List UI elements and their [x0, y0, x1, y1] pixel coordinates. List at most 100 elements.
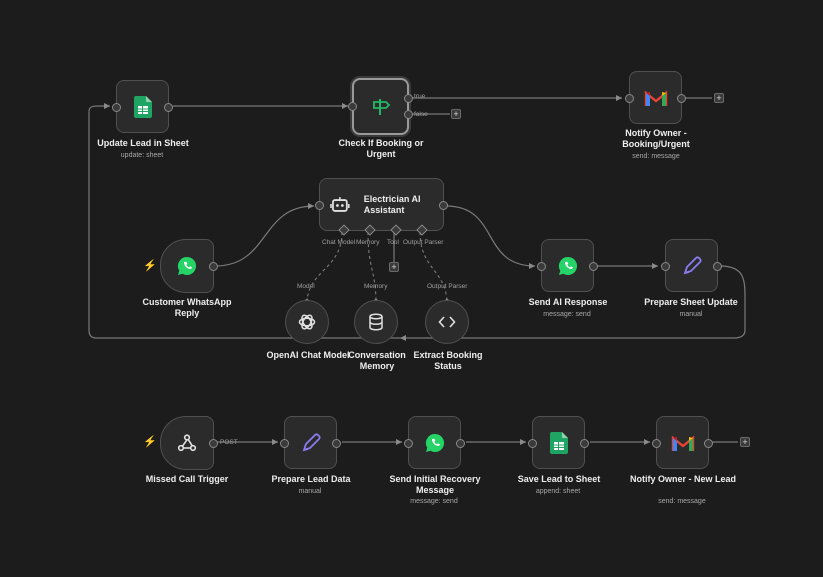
arrow-prepare-sheet [652, 263, 658, 269]
robot-icon [330, 196, 350, 212]
whatsapp-icon [425, 433, 444, 452]
arrow-agent [308, 203, 314, 209]
prepare-sheet-title: Prepare Sheet Update [644, 297, 738, 307]
check-booking-title: Check If Booking or Urgent [338, 138, 424, 159]
ai-agent-port-memory-label: Memory [356, 239, 380, 246]
whatsapp-reply-output-port[interactable] [209, 262, 218, 271]
check-false-add-button[interactable]: + [451, 109, 461, 119]
gmail-icon [671, 435, 694, 451]
save-lead-input-port[interactable] [528, 439, 537, 448]
prepare-lead-output-port[interactable] [332, 439, 341, 448]
notify-booking-title: Notify Owner - Booking/Urgent [622, 128, 690, 149]
send-ai-output-port[interactable] [589, 262, 598, 271]
ai-agent-node[interactable]: Electrician AI Assistant [315, 178, 448, 236]
arrow-prepare-lead [272, 439, 278, 445]
send-initial-output-port[interactable] [456, 439, 465, 448]
notify-booking-add-button[interactable]: + [714, 93, 724, 103]
notify-new-add-button[interactable]: + [740, 437, 750, 447]
missed-call-node[interactable] [160, 416, 218, 470]
ai-agent-title: Electrician AI Assistant [363, 193, 421, 215]
notify-new-node[interactable] [652, 416, 713, 469]
update-lead-subtitle: update: sheet [120, 152, 164, 159]
missed-call-output-port[interactable] [209, 439, 218, 448]
save-lead-title: Save Lead to Sheet [517, 474, 601, 484]
memory-node[interactable] [354, 300, 398, 344]
prepare-lead-node[interactable] [280, 416, 341, 469]
pencil-icon [302, 432, 321, 451]
update-lead-input-port[interactable] [112, 103, 121, 112]
prepare-lead-subtitle: manual [298, 488, 322, 495]
gmail-icon [644, 90, 667, 106]
notify-new-output-port[interactable] [704, 439, 713, 448]
update-lead-output-port[interactable] [164, 103, 173, 112]
whatsapp-icon [558, 256, 577, 275]
send-initial-title: Send Initial Recovery Message [389, 474, 481, 495]
missed-call-method-label: POST [220, 439, 238, 446]
memory-link-label: Memory [364, 283, 388, 290]
save-lead-output-port[interactable] [580, 439, 589, 448]
arrow-update [104, 103, 110, 109]
prepare-sheet-subtitle: manual [679, 311, 703, 318]
notify-booking-input-port[interactable] [625, 94, 634, 103]
prepare-sheet-output-port[interactable] [713, 262, 722, 271]
notify-booking-subtitle: send: message [632, 153, 680, 160]
arrow-send-ai [529, 263, 535, 269]
ai-agent-port-chat-model-label: Chat Model [322, 239, 356, 246]
arrow-notify [616, 95, 622, 101]
send-ai-subtitle: message: send [543, 311, 591, 318]
edge-whatsapp-to-agent [214, 205, 315, 267]
prepare-lead-input-port[interactable] [280, 439, 289, 448]
ai-agent-port-tool-label: Tool [387, 239, 399, 246]
check-true-label: true [414, 93, 426, 100]
save-lead-subtitle: append: sheet [535, 488, 581, 495]
prepare-sheet-input-port[interactable] [661, 262, 670, 271]
notify-new-title: Notify Owner - New Lead [629, 474, 736, 484]
prepare-lead-title: Prepare Lead Data [271, 474, 351, 484]
send-ai-title: Send AI Response [528, 297, 608, 307]
arrow-save-lead [520, 439, 526, 445]
check-booking-input-port[interactable] [348, 102, 357, 111]
webhook-icon [177, 434, 197, 452]
send-ai-node[interactable] [537, 239, 598, 292]
whatsapp-icon [177, 256, 197, 275]
parser-link-label: Output Parser [427, 283, 468, 290]
edge-agent-to-send [445, 205, 536, 267]
arrow-loop [400, 335, 406, 341]
openai-icon [298, 314, 316, 330]
send-initial-subtitle: message: send [410, 498, 458, 505]
parser-title: Extract Booking Status [413, 350, 483, 371]
notify-booking-output-port[interactable] [677, 94, 686, 103]
ai-agent-input-port[interactable] [315, 201, 324, 210]
ai-agent-output-port[interactable] [439, 201, 448, 210]
check-booking-true-port[interactable] [404, 94, 413, 103]
pencil-icon [683, 255, 702, 274]
code-icon [438, 316, 456, 328]
send-initial-input-port[interactable] [404, 439, 413, 448]
missed-call-bolt-icon: ⚡ [143, 436, 157, 448]
check-false-label: false [414, 111, 428, 118]
save-lead-node[interactable] [528, 416, 589, 469]
notify-new-subtitle: send: message [658, 498, 706, 505]
parser-node[interactable] [425, 300, 469, 344]
update-lead-title: Update Lead in Sheet [97, 138, 189, 148]
check-booking-false-port[interactable] [404, 110, 413, 119]
arrow-notify-new [644, 439, 650, 445]
missed-call-title: Missed Call Trigger [145, 474, 229, 484]
check-booking-node[interactable] [348, 78, 413, 135]
openai-model-node[interactable] [285, 300, 329, 344]
google-sheets-icon [133, 95, 152, 118]
whatsapp-reply-node[interactable] [160, 239, 218, 293]
ai-agent-tool-add-button[interactable]: + [389, 262, 399, 272]
prepare-sheet-node[interactable] [661, 239, 722, 292]
whatsapp-reply-title: Customer WhatsApp Reply [142, 297, 232, 318]
openai-link-label: Model [297, 283, 315, 290]
notify-new-input-port[interactable] [652, 439, 661, 448]
whatsapp-trigger-bolt-icon: ⚡ [143, 260, 157, 272]
ai-agent-port-output-parser-label: Output Parser [403, 239, 444, 246]
signpost-icon [372, 98, 390, 115]
google-sheets-icon [549, 431, 568, 454]
notify-booking-node[interactable] [625, 71, 686, 124]
send-ai-input-port[interactable] [537, 262, 546, 271]
update-lead-node[interactable] [112, 80, 173, 133]
send-initial-node[interactable] [404, 416, 465, 469]
